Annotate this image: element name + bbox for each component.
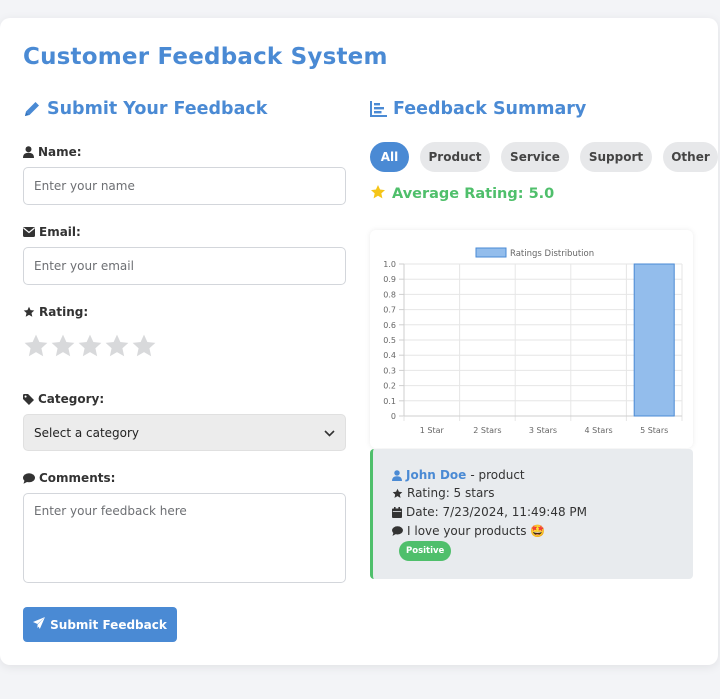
feedback-entry: John Doe - product Rating: 5 stars Date:… [370, 449, 693, 579]
x-tick-label: 4 Stars [584, 426, 612, 435]
rating-star-2[interactable] [50, 332, 76, 360]
form-section-title-text: Submit Your Feedback [47, 99, 268, 119]
pencil-icon [23, 100, 41, 118]
x-tick-label: 1 Star [420, 426, 445, 435]
category-select-value: Select a category [34, 425, 140, 440]
filter-product-button[interactable]: Product [420, 142, 490, 172]
filter-other-button[interactable]: Other [663, 142, 718, 172]
rating-star-1[interactable] [23, 332, 49, 360]
y-tick-label: 1.0 [383, 260, 396, 269]
filter-service-button[interactable]: Service [501, 142, 569, 172]
envelope-icon [23, 227, 35, 237]
rating-label: Rating: [23, 305, 88, 319]
star-icon [392, 488, 403, 499]
rating-star-3[interactable] [77, 332, 103, 360]
legend-label: Ratings Distribution [510, 249, 594, 259]
paper-plane-icon [33, 617, 46, 632]
star-icon [23, 306, 35, 318]
summary-section-title-text: Feedback Summary [393, 99, 587, 119]
entry-comment: I love your products 🤩 [392, 524, 545, 538]
entry-category: - product [470, 468, 525, 482]
name-input[interactable] [23, 167, 346, 205]
rating-star-4[interactable] [104, 332, 130, 360]
name-label: Name: [23, 145, 82, 159]
legend-swatch [475, 247, 507, 258]
category-select[interactable]: Select a category [23, 414, 346, 451]
comments-textarea[interactable] [23, 493, 346, 583]
x-tick-label: 5 Stars [640, 426, 668, 435]
filter-all-button[interactable]: All [370, 142, 409, 172]
y-tick-label: 0 [391, 412, 396, 421]
email-input[interactable] [23, 247, 346, 285]
x-tick-label: 3 Stars [529, 426, 557, 435]
comment-icon [392, 526, 403, 536]
entry-rating: Rating: 5 stars [392, 486, 495, 500]
entry-header: John Doe - product [392, 468, 525, 482]
rating-star-5[interactable] [131, 332, 157, 360]
ratings-chart: 0 0.1 0.2 0.3 0.4 0.5 0.6 0.7 0.8 0.9 1.0 1 Star 2 S… [370, 230, 693, 448]
y-tick-label: 0.9 [383, 275, 396, 284]
comment-icon [23, 472, 35, 484]
user-icon [392, 469, 402, 481]
y-tick-label: 0.4 [383, 351, 396, 360]
category-label-text: Category: [38, 392, 105, 406]
summary-section-title: Feedback Summary [370, 99, 586, 119]
comments-label-text: Comments: [39, 471, 116, 485]
ratings-chart-svg: 0 0.1 0.2 0.3 0.4 0.5 0.6 0.7 0.8 0.9 1.0 1 Star 2 S… [383, 247, 683, 435]
x-tick-label: 2 Stars [473, 426, 501, 435]
y-tick-label: 0.3 [383, 366, 396, 375]
entry-date-text: Date: 7/23/2024, 11:49:48 PM [406, 505, 587, 519]
submit-feedback-label: Submit Feedback [50, 617, 167, 632]
entry-rating-text: Rating: 5 stars [407, 486, 495, 500]
sentiment-badge: Positive [399, 541, 452, 561]
gold-star-icon [370, 184, 386, 204]
email-label-text: Email: [39, 225, 81, 239]
chevron-down-icon [324, 426, 335, 440]
category-label: Category: [23, 392, 104, 406]
average-rating-text: Average Rating: 5.0 [392, 186, 555, 202]
bar-5 [633, 263, 675, 417]
calendar-icon [392, 506, 402, 518]
rating-label-text: Rating: [39, 305, 89, 319]
bar-chart-icon [370, 101, 387, 117]
entry-name[interactable]: John Doe [406, 468, 466, 482]
y-tick-label: 0.7 [383, 306, 396, 315]
y-tick-label: 0.8 [383, 290, 396, 299]
email-label: Email: [23, 225, 81, 239]
rating-stars [23, 332, 157, 360]
y-tick-label: 0.6 [383, 321, 396, 330]
entry-date: Date: 7/23/2024, 11:49:48 PM [392, 505, 587, 519]
average-rating: Average Rating: 5.0 [370, 184, 554, 204]
form-section-title: Submit Your Feedback [23, 99, 267, 119]
y-tick-label: 0.1 [383, 397, 396, 406]
y-tick-label: 0.5 [383, 336, 396, 345]
user-icon [23, 146, 34, 158]
comments-label: Comments: [23, 471, 115, 485]
submit-feedback-button[interactable]: Submit Feedback [23, 607, 177, 642]
page-title: Customer Feedback System [23, 44, 388, 70]
tag-icon [23, 393, 34, 405]
y-tick-label: 0.2 [383, 382, 396, 391]
filter-support-button[interactable]: Support [580, 142, 652, 172]
name-label-text: Name: [38, 145, 82, 159]
entry-comment-text: I love your products 🤩 [407, 524, 546, 538]
